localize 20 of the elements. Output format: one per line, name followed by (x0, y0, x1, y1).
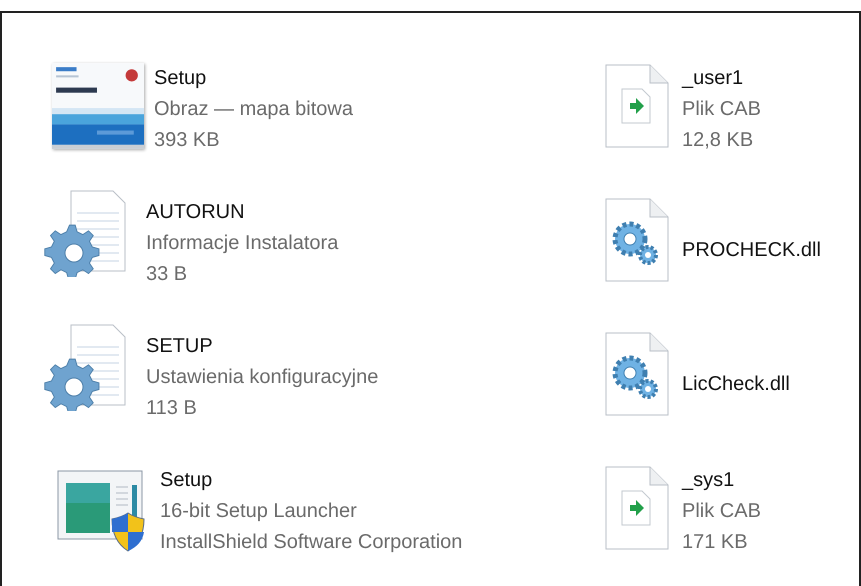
file-detail: Informacje Instalatora (146, 231, 338, 256)
file-detail: 171 KB (682, 530, 749, 555)
file-name: Setup (160, 468, 214, 493)
file-name: SETUP (146, 334, 214, 359)
file-detail: 12,8 KB (682, 128, 754, 153)
file-detail: Obraz — mapa bitowa (154, 97, 353, 122)
file-name: AUTORUN (146, 200, 246, 225)
file-name: _sys1 (682, 468, 736, 493)
file-detail: 16-bit Setup Launcher (160, 499, 358, 524)
file-detail: Plik CAB (682, 499, 761, 524)
file-detail: 393 KB (154, 128, 221, 153)
file-name: _user1 (682, 66, 744, 91)
file-detail: Ustawienia konfiguracyjne (146, 365, 378, 390)
file-detail: Plik CAB (682, 97, 761, 122)
file-detail: 113 B (146, 396, 198, 421)
file-name: PROCHECK.dll (682, 238, 821, 262)
file-detail: InstallShield Software Corporation (160, 530, 462, 555)
file-name: LicCheck.dll (682, 372, 790, 396)
file-name: Setup (154, 66, 208, 91)
file-detail: 33 B (146, 262, 188, 287)
